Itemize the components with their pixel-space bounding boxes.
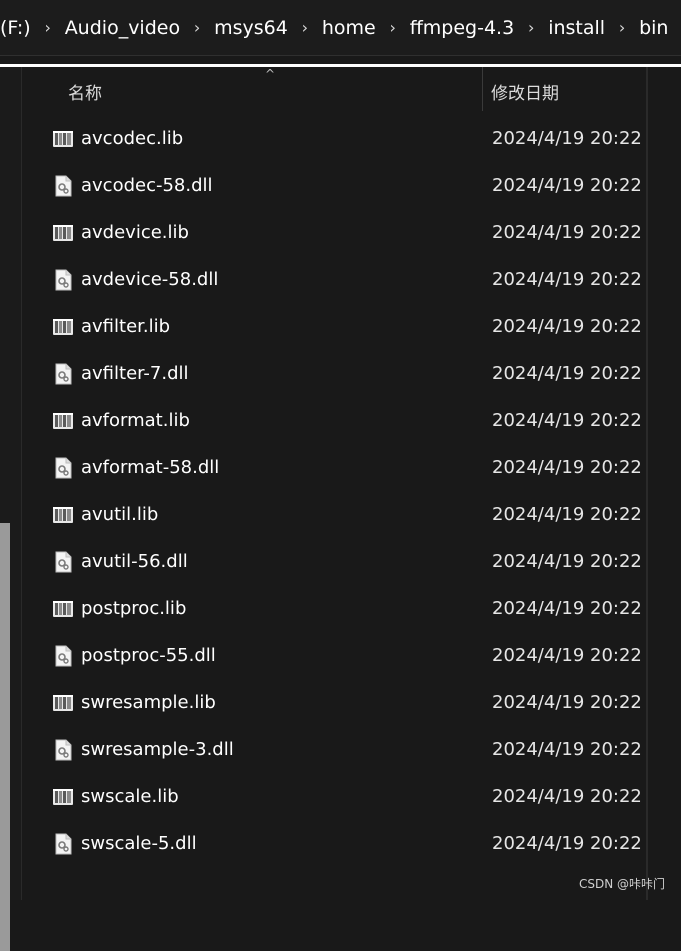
file-name[interactable]: avcodec.lib <box>81 128 183 149</box>
dll-file-icon <box>52 269 74 291</box>
lib-file-icon <box>52 786 74 808</box>
address-bar[interactable]: (F:) › Audio_video › msys64 › home › ffm… <box>0 0 681 56</box>
file-modified-date: 2024/4/19 20:22 <box>492 645 642 666</box>
file-name[interactable]: postproc.lib <box>81 598 186 619</box>
breadcrumb-item-msys64[interactable]: msys64 <box>214 17 288 39</box>
lib-file-icon <box>52 504 74 526</box>
file-name[interactable]: avdevice.lib <box>81 222 189 243</box>
file-modified-date: 2024/4/19 20:22 <box>492 739 642 760</box>
dll-file-icon <box>52 363 74 385</box>
file-row[interactable]: postproc.lib 2024/4/19 20:22 <box>22 586 646 633</box>
file-row[interactable]: avformat.lib 2024/4/19 20:22 <box>22 398 646 445</box>
navigation-scrollbar[interactable] <box>0 523 10 951</box>
file-name[interactable]: swresample.lib <box>81 692 216 713</box>
file-modified-date: 2024/4/19 20:22 <box>492 222 642 243</box>
file-modified-date: 2024/4/19 20:22 <box>492 504 642 525</box>
file-name[interactable]: avdevice-58.dll <box>81 269 218 290</box>
file-modified-date: 2024/4/19 20:22 <box>492 833 642 854</box>
file-name[interactable]: avutil.lib <box>81 504 158 525</box>
file-name[interactable]: avcodec-58.dll <box>81 175 213 196</box>
file-row[interactable]: avfilter.lib 2024/4/19 20:22 <box>22 304 646 351</box>
breadcrumb-item-home[interactable]: home <box>322 17 376 39</box>
breadcrumb-item-bin[interactable]: bin <box>639 17 668 39</box>
file-row[interactable]: swscale.lib 2024/4/19 20:22 <box>22 774 646 821</box>
breadcrumb-separator-icon[interactable]: › <box>514 18 548 37</box>
breadcrumb-drive[interactable]: (F:) <box>0 17 31 39</box>
file-row[interactable]: avformat-58.dll 2024/4/19 20:22 <box>22 445 646 492</box>
dll-file-icon <box>52 457 74 479</box>
breadcrumb-item-audio-video[interactable]: Audio_video <box>65 17 180 39</box>
file-row[interactable]: avdevice.lib 2024/4/19 20:22 <box>22 210 646 257</box>
file-row[interactable]: avutil.lib 2024/4/19 20:22 <box>22 492 646 539</box>
file-name[interactable]: avutil-56.dll <box>81 551 188 572</box>
file-list: avcodec.lib 2024/4/19 20:22 avcodec-58.dll… <box>22 116 646 868</box>
file-row[interactable]: avcodec-58.dll 2024/4/19 20:22 <box>22 163 646 210</box>
lib-file-icon <box>52 316 74 338</box>
file-row[interactable]: swresample.lib 2024/4/19 20:22 <box>22 680 646 727</box>
file-name[interactable]: avformat.lib <box>81 410 190 431</box>
column-edge-divider <box>646 67 648 900</box>
file-row[interactable]: postproc-55.dll 2024/4/19 20:22 <box>22 633 646 680</box>
lib-file-icon <box>52 128 74 150</box>
dll-file-icon <box>52 551 74 573</box>
file-name[interactable]: avfilter-7.dll <box>81 363 189 384</box>
lib-file-icon <box>52 222 74 244</box>
breadcrumb-separator-icon[interactable]: › <box>376 18 410 37</box>
file-modified-date: 2024/4/19 20:22 <box>492 128 642 149</box>
file-name[interactable]: postproc-55.dll <box>81 645 216 666</box>
lib-file-icon <box>52 410 74 432</box>
file-row[interactable]: avutil-56.dll 2024/4/19 20:22 <box>22 539 646 586</box>
file-row[interactable]: avdevice-58.dll 2024/4/19 20:22 <box>22 257 646 304</box>
file-name[interactable]: swscale.lib <box>81 786 179 807</box>
file-modified-date: 2024/4/19 20:22 <box>492 269 642 290</box>
file-name[interactable]: avformat-58.dll <box>81 457 219 478</box>
file-row[interactable]: swscale-5.dll 2024/4/19 20:22 <box>22 821 646 868</box>
file-name[interactable]: avfilter.lib <box>81 316 170 337</box>
column-header-row: ^ 名称 修改日期 <box>22 67 646 111</box>
column-resize-handle[interactable] <box>482 67 483 111</box>
breadcrumb-separator-icon[interactable]: › <box>31 18 65 37</box>
dll-file-icon <box>52 833 74 855</box>
file-modified-date: 2024/4/19 20:22 <box>492 410 642 431</box>
file-modified-date: 2024/4/19 20:22 <box>492 786 642 807</box>
dll-file-icon <box>52 645 74 667</box>
dll-file-icon <box>52 175 74 197</box>
file-row[interactable]: avfilter-7.dll 2024/4/19 20:22 <box>22 351 646 398</box>
file-modified-date: 2024/4/19 20:22 <box>492 316 642 337</box>
breadcrumb-separator-icon[interactable]: › <box>605 18 639 37</box>
breadcrumb-item-ffmpeg[interactable]: ffmpeg-4.3 <box>410 17 514 39</box>
lib-file-icon <box>52 598 74 620</box>
dll-file-icon <box>52 739 74 761</box>
file-modified-date: 2024/4/19 20:22 <box>492 175 642 196</box>
file-row[interactable]: avcodec.lib 2024/4/19 20:22 <box>22 116 646 163</box>
breadcrumb-separator-icon[interactable]: › <box>180 18 214 37</box>
file-modified-date: 2024/4/19 20:22 <box>492 363 642 384</box>
navigation-pane[interactable] <box>0 67 22 951</box>
file-modified-date: 2024/4/19 20:22 <box>492 598 642 619</box>
watermark: CSDN @咔咔门 <box>578 877 665 891</box>
file-modified-date: 2024/4/19 20:22 <box>492 551 642 572</box>
column-header-name[interactable]: 名称 <box>68 79 102 104</box>
column-header-modified[interactable]: 修改日期 <box>491 79 559 104</box>
lib-file-icon <box>52 692 74 714</box>
file-modified-date: 2024/4/19 20:22 <box>492 692 642 713</box>
file-row[interactable]: swresample-3.dll 2024/4/19 20:22 <box>22 727 646 774</box>
breadcrumb-item-install[interactable]: install <box>548 17 605 39</box>
file-name[interactable]: swscale-5.dll <box>81 833 197 854</box>
breadcrumb-separator-icon[interactable]: › <box>288 18 322 37</box>
sort-up-icon: ^ <box>265 67 276 81</box>
file-modified-date: 2024/4/19 20:22 <box>492 457 642 478</box>
file-name[interactable]: swresample-3.dll <box>81 739 234 760</box>
